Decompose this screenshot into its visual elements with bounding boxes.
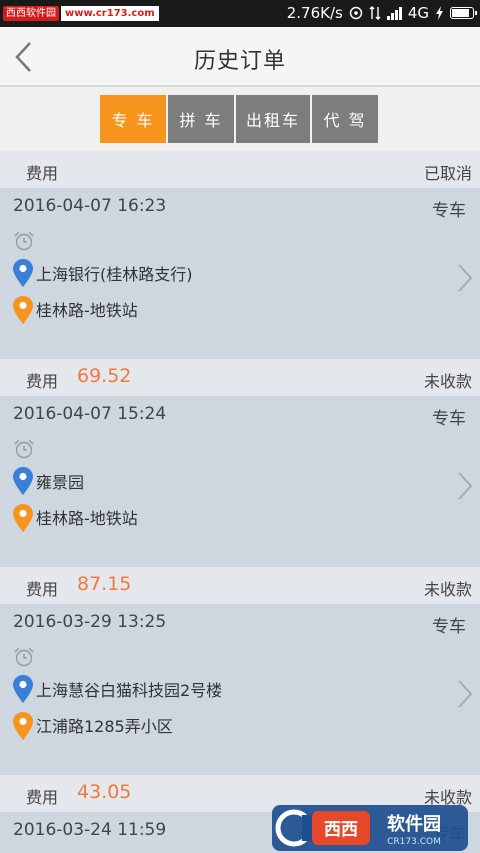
order-time: 2016-04-07 16:23 — [13, 196, 167, 216]
tab-carpool[interactable]: 拼 车 — [168, 95, 234, 143]
order-type: 专车 — [432, 409, 466, 429]
start-location-pin-icon — [13, 675, 33, 703]
chevron-right-icon[interactable] — [456, 679, 474, 709]
end-location-pin-icon — [13, 504, 33, 532]
fee-amount: 43.05 — [77, 781, 132, 803]
charging-icon — [436, 6, 443, 20]
net-speed: 2.76K/s — [286, 4, 343, 22]
start-location-pin-icon — [13, 259, 33, 287]
alarm-clock-icon — [14, 647, 34, 667]
watermark-badge: 西西软件园 — [3, 6, 59, 21]
order-time: 2016-03-29 13:25 — [13, 612, 167, 632]
fee-row: 费用 已取消 — [0, 151, 480, 188]
end-address: 江浦路1285弄小区 — [36, 717, 173, 736]
fee-label: 费用 — [26, 164, 59, 183]
watermark-logo-brand-b: 软件园 — [387, 813, 441, 835]
start-address: 雍景园 — [36, 473, 85, 492]
fee-amount: 87.15 — [77, 573, 132, 595]
watermark-url: www.cr173.com — [61, 6, 159, 21]
hotspot-icon — [349, 6, 363, 20]
fee-label: 费用 — [26, 580, 59, 599]
alarm-clock-icon — [14, 439, 34, 459]
title-bar: 历史订单 — [0, 27, 480, 87]
tab-bar: 专 车 拼 车 出租车 代 驾 — [0, 87, 480, 151]
tab-designated-driver[interactable]: 代 驾 — [312, 95, 378, 143]
fee-label: 费用 — [26, 788, 59, 807]
order-type: 专车 — [432, 201, 466, 221]
start-address: 上海银行(桂林路支行) — [36, 265, 193, 284]
watermark-logo-url: CR173.COM — [387, 837, 441, 847]
chevron-right-icon[interactable] — [456, 471, 474, 501]
order-item[interactable]: 费用 87.15 未收款 2016-03-29 13:25 专车 上海慧谷白猫科… — [0, 567, 480, 775]
end-location-pin-icon — [13, 712, 33, 740]
fee-row: 费用 69.52 未收款 — [0, 359, 480, 396]
chevron-right-icon[interactable] — [456, 263, 474, 293]
watermark-logo-brand-a: 西西 — [324, 820, 358, 840]
status-icons: 2.76K/s 4G — [286, 3, 477, 23]
order-time: 2016-04-07 15:24 — [13, 404, 167, 424]
order-time: 2016-03-24 11:59 — [13, 820, 167, 840]
watermark-banner: 西西软件园 www.cr173.com — [3, 5, 159, 22]
order-type: 专车 — [432, 617, 466, 637]
tab-taxi[interactable]: 出租车 — [236, 95, 310, 143]
alarm-clock-icon — [14, 231, 34, 251]
battery-icon — [450, 7, 477, 19]
watermark-logo: 西西 软件园 CR173.COM — [272, 805, 468, 851]
fee-row: 费用 87.15 未收款 — [0, 567, 480, 604]
start-location-pin-icon — [13, 467, 33, 495]
order-status: 已取消 — [423, 164, 472, 183]
data-transfer-icon — [369, 6, 381, 20]
order-status: 未收款 — [423, 580, 472, 599]
order-list: 费用 已取消 2016-04-07 16:23 专车 上海银行(桂林路支行) 桂… — [0, 151, 480, 853]
signal-icon — [386, 6, 402, 20]
order-item[interactable]: 费用 69.52 未收款 2016-04-07 15:24 专车 雍景园 桂林路… — [0, 359, 480, 567]
end-location-pin-icon — [13, 296, 33, 324]
fee-amount: 69.52 — [77, 365, 132, 387]
fee-label: 费用 — [26, 372, 59, 391]
end-address: 桂林路-地铁站 — [36, 301, 138, 320]
start-address: 上海慧谷白猫科技园2号楼 — [36, 681, 223, 700]
network-type: 4G — [407, 4, 429, 22]
tab-special-car[interactable]: 专 车 — [100, 95, 166, 143]
status-bar: 西西软件园 www.cr173.com 2.76K/s 4G — [0, 0, 480, 27]
page-title: 历史订单 — [193, 49, 286, 74]
end-address: 桂林路-地铁站 — [36, 509, 138, 528]
order-status: 未收款 — [423, 372, 472, 391]
order-item[interactable]: 费用 已取消 2016-04-07 16:23 专车 上海银行(桂林路支行) 桂… — [0, 151, 480, 359]
